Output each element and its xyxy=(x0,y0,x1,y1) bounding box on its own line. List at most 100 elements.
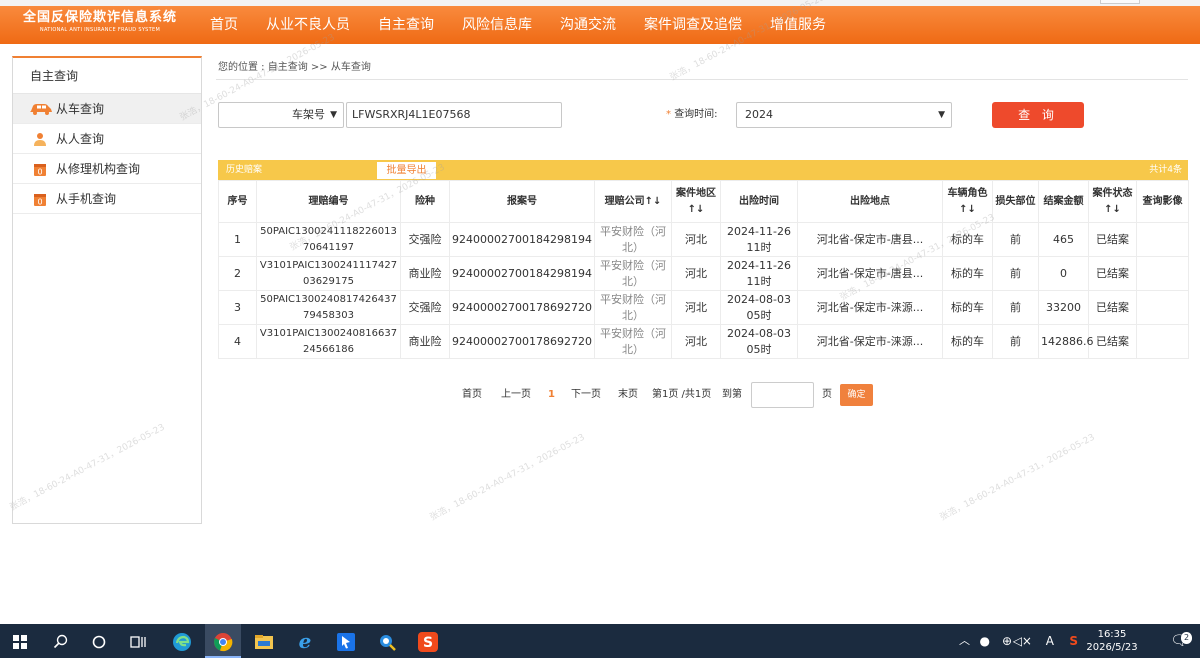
pager-next[interactable]: 下一页 xyxy=(571,382,601,408)
required-mark: * xyxy=(666,109,671,120)
col-header-amount: 结案金额 xyxy=(1038,180,1089,223)
total-count: 共计4条 xyxy=(1149,165,1182,175)
car-icon xyxy=(30,104,52,115)
sogou-tray-icon[interactable]: S xyxy=(1069,624,1078,658)
cell-images[interactable] xyxy=(1136,290,1189,325)
sidebar-item-phone-query[interactable]: 0 从手机查询 xyxy=(13,184,201,214)
col-header-company[interactable]: 理赔公司↑↓ xyxy=(594,180,672,223)
table-row[interactable]: 2 V3101PAIC1300241117427 03629175 商业险 92400… xyxy=(218,256,1189,291)
watermark: 张浩，18-60-24-A0-47-31，2026-05-23 xyxy=(938,432,1097,524)
pager-prev[interactable]: 上一页 xyxy=(501,382,531,408)
year-select[interactable]: 2024 ▼ xyxy=(736,102,952,128)
main-content: 您的位置 : 自主查询 >> 从车查询 车架号 ▼ LFWSRXRJ4L1E07… xyxy=(216,56,1189,408)
windows-start-icon[interactable] xyxy=(2,624,38,658)
col-header-insurance-type: 险种 xyxy=(400,180,450,223)
tray-chevron-up-icon[interactable]: ︿ xyxy=(959,624,970,658)
col-header-status[interactable]: 案件状态↑↓ xyxy=(1088,180,1137,223)
nav-bad-practitioners[interactable]: 从业不良人员 xyxy=(252,6,364,44)
query-button[interactable]: 查 询 xyxy=(992,102,1084,128)
cortana-icon[interactable] xyxy=(81,624,117,658)
cell-report-no: 92400002700184298194 xyxy=(449,256,595,291)
breadcrumb: 您的位置 : 自主查询 >> 从车查询 xyxy=(216,56,1188,80)
table-row[interactable]: 3 50PAIC1300240817426437 79458303 交强险 92400… xyxy=(218,290,1189,325)
search-icon[interactable] xyxy=(42,624,78,658)
sidebar-item-label: 从车查询 xyxy=(56,102,105,116)
cell-vehicle-role: 标的车 xyxy=(942,256,993,291)
pager-current[interactable]: 1 xyxy=(548,382,555,408)
cell-accident-place: 河北省-保定市-涞源... xyxy=(797,290,943,325)
cell-accident-time: 2024-11-26 11时 xyxy=(720,256,798,291)
cell-claim-no: 50PAIC1300240817426437 79458303 xyxy=(256,290,401,325)
main-nav: 首页 从业不良人员 自主查询 风险信息库 沟通交流 案件调查及追偿 增值服务 xyxy=(196,6,840,44)
cell-damage-part: 前 xyxy=(992,290,1039,325)
cell-images[interactable] xyxy=(1136,222,1189,257)
sidebar-item-vehicle-query[interactable]: 从车查询 xyxy=(13,94,201,124)
cell-insurance-type: 商业险 xyxy=(400,324,450,359)
nav-self-query[interactable]: 自主查询 xyxy=(364,6,448,44)
table-row[interactable]: 1 50PAIC1300241118226013 70641197 交强险 92400… xyxy=(218,222,1189,257)
search-form: 车架号 ▼ LFWSRXRJ4L1E07568 * 查询时间: 2024 ▼ 查… xyxy=(218,102,1188,128)
svg-text:S: S xyxy=(423,635,433,651)
cell-vehicle-role: 标的车 xyxy=(942,324,993,359)
cell-region: 河北 xyxy=(671,324,721,359)
vin-type-select[interactable]: 车架号 ▼ xyxy=(218,102,344,128)
cell-images[interactable] xyxy=(1136,324,1189,359)
clock[interactable]: 16:35 2026/5/23 xyxy=(1084,628,1140,654)
edge-icon[interactable] xyxy=(164,624,200,658)
volume-icon[interactable]: ◁× xyxy=(1013,624,1032,658)
claims-table: 序号 理赔编号 险种 报案号 理赔公司↑↓ 案件地区↑↓ 出险时间 出险地点 车… xyxy=(218,180,1189,359)
pager-last[interactable]: 末页 xyxy=(618,382,638,408)
cell-accident-place: 河北省-保定市-唐县... xyxy=(797,222,943,257)
chrome-icon[interactable] xyxy=(205,624,241,658)
nav-value-added[interactable]: 增值服务 xyxy=(756,6,840,44)
tray-status-icon[interactable]: ● xyxy=(980,624,990,658)
ime-indicator[interactable]: A xyxy=(1046,624,1054,658)
ie-icon[interactable]: e xyxy=(287,624,323,658)
cell-images[interactable] xyxy=(1136,256,1189,291)
nav-home[interactable]: 首页 xyxy=(196,6,252,44)
sidebar-item-person-query[interactable]: 从人查询 xyxy=(13,124,201,154)
cell-company: 平安财险（河北） xyxy=(594,256,672,291)
sidebar-title: 自主查询 xyxy=(13,58,201,94)
cell-company: 平安财险（河北） xyxy=(594,324,672,359)
task-view-icon[interactable] xyxy=(120,624,156,658)
cell-damage-part: 前 xyxy=(992,222,1039,257)
query-time-label: * 查询时间: xyxy=(666,102,718,128)
cell-vehicle-role: 标的车 xyxy=(942,222,993,257)
nav-risk-database[interactable]: 风险信息库 xyxy=(448,6,546,44)
sidebar-item-label: 从手机查询 xyxy=(56,192,117,206)
cell-accident-place: 河北省-保定市-唐县... xyxy=(797,256,943,291)
cell-insurance-type: 商业险 xyxy=(400,256,450,291)
table-header-row: 序号 理赔编号 险种 报案号 理赔公司↑↓ 案件地区↑↓ 出险时间 出险地点 车… xyxy=(218,180,1189,223)
nav-communication[interactable]: 沟通交流 xyxy=(546,6,630,44)
cell-insurance-type: 交强险 xyxy=(400,290,450,325)
watermark: 张浩，18-60-24-A0-47-31，2026-05-23 xyxy=(428,432,587,524)
vin-input[interactable]: LFWSRXRJ4L1E07568 xyxy=(346,102,562,128)
table-row[interactable]: 4 V3101PAIC1300240816637 24566186 商业险 92400… xyxy=(218,324,1189,359)
app-search-icon[interactable] xyxy=(369,624,405,658)
sidebar-item-repair-shop-query[interactable]: 0 从修理机构查询 xyxy=(13,154,201,184)
col-header-claim-no: 理赔编号 xyxy=(256,180,401,223)
site-logo[interactable]: 全国反保险欺诈信息系统 NATIONAL ANTI INSURANCE FRAU… xyxy=(10,10,190,40)
col-header-vehicle-role[interactable]: 车辆角色↑↓ xyxy=(942,180,993,223)
pager-first[interactable]: 首页 xyxy=(462,382,482,408)
cell-region: 河北 xyxy=(671,290,721,325)
col-header-images: 查询影像 xyxy=(1136,180,1189,223)
col-header-damage-part: 损失部位 xyxy=(992,180,1039,223)
col-header-region[interactable]: 案件地区↑↓ xyxy=(671,180,721,223)
pager-ok-button[interactable]: 确定 xyxy=(840,384,873,406)
batch-export-button[interactable]: 批量导出 xyxy=(377,162,436,179)
file-explorer-icon[interactable] xyxy=(246,624,282,658)
cell-damage-part: 前 xyxy=(992,324,1039,359)
page-number-input[interactable] xyxy=(751,382,814,408)
window-control[interactable] xyxy=(1100,0,1140,4)
app-arrow-icon[interactable] xyxy=(328,624,364,658)
cell-report-no: 92400002700184298194 xyxy=(449,222,595,257)
table-body: 1 50PAIC1300241118226013 70641197 交强险 92400… xyxy=(218,222,1189,359)
nav-case-investigation[interactable]: 案件调查及追偿 xyxy=(630,6,756,44)
sogou-icon[interactable]: S xyxy=(410,624,446,658)
cell-insurance-type: 交强险 xyxy=(400,222,450,257)
network-icon[interactable]: ⊕ xyxy=(1002,624,1012,658)
year-value: 2024 xyxy=(745,108,773,121)
cell-index: 3 xyxy=(218,290,257,325)
